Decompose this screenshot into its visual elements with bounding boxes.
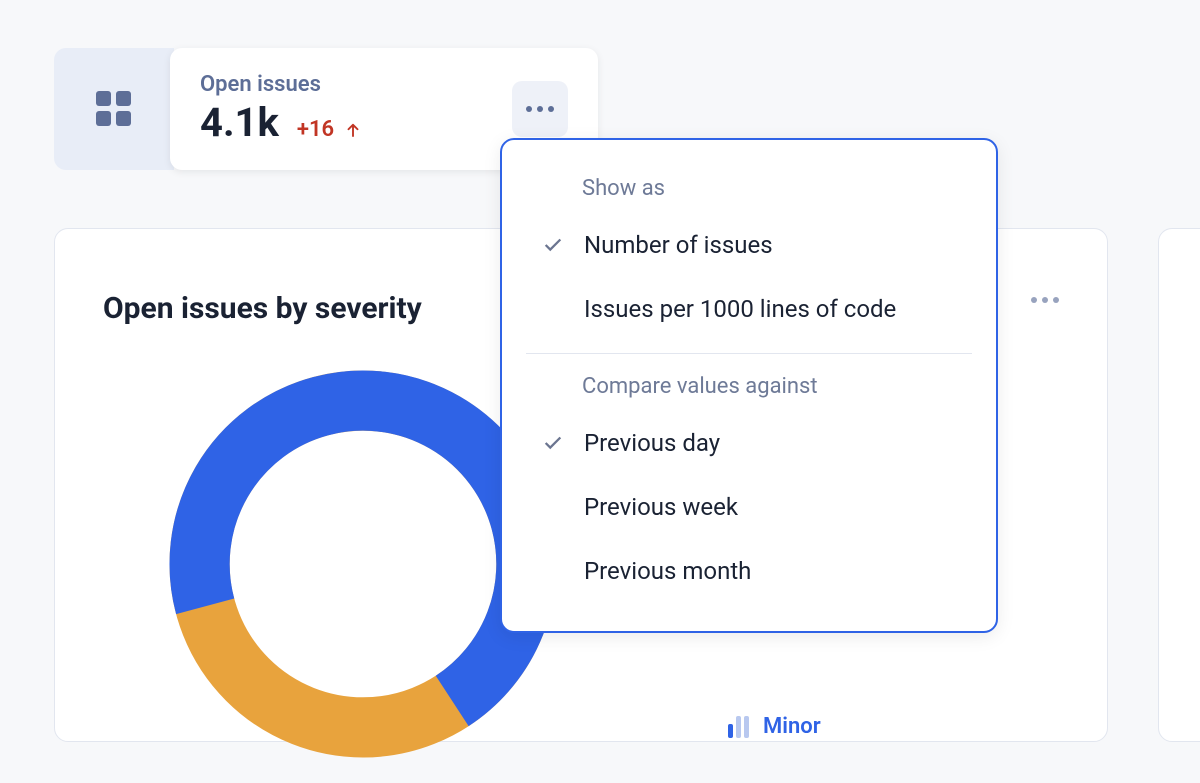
dropdown-item-label: Previous week bbox=[584, 493, 738, 521]
legend-label: Minor bbox=[763, 714, 821, 739]
display-options-dropdown: Show as Number of issues Issues per 1000… bbox=[500, 138, 998, 633]
open-issues-value: 4.1k bbox=[200, 99, 279, 146]
dropdown-section-compare: Compare values against bbox=[502, 366, 996, 411]
card-more-button[interactable] bbox=[512, 81, 568, 137]
open-issues-delta: +16 bbox=[297, 117, 362, 142]
dropdown-divider bbox=[526, 353, 972, 354]
dropdown-item-label: Previous month bbox=[584, 557, 751, 585]
dropdown-item-issues-per-loc[interactable]: Issues per 1000 lines of code bbox=[502, 277, 996, 341]
dropdown-item-previous-day[interactable]: Previous day bbox=[502, 411, 996, 475]
apps-grid-icon bbox=[96, 91, 132, 127]
apps-grid-button[interactable] bbox=[54, 48, 174, 170]
severity-bars-icon bbox=[728, 716, 749, 738]
dropdown-item-previous-month[interactable]: Previous month bbox=[502, 539, 996, 603]
more-horizontal-icon bbox=[526, 106, 554, 112]
panel-more-button[interactable] bbox=[1031, 297, 1059, 303]
check-icon bbox=[540, 232, 566, 258]
check-icon bbox=[540, 430, 566, 456]
dropdown-section-show-as: Show as bbox=[502, 168, 996, 213]
arrow-up-icon bbox=[344, 121, 362, 139]
secondary-panel bbox=[1158, 228, 1200, 742]
legend-item-minor[interactable]: Minor bbox=[728, 714, 821, 739]
dropdown-item-label: Number of issues bbox=[584, 231, 773, 259]
dropdown-item-label: Previous day bbox=[584, 429, 720, 457]
dropdown-item-number-of-issues[interactable]: Number of issues bbox=[502, 213, 996, 277]
dropdown-item-previous-week[interactable]: Previous week bbox=[502, 475, 996, 539]
open-issues-label: Open issues bbox=[200, 72, 362, 97]
delta-text: +16 bbox=[297, 117, 334, 142]
dropdown-item-label: Issues per 1000 lines of code bbox=[584, 295, 896, 323]
